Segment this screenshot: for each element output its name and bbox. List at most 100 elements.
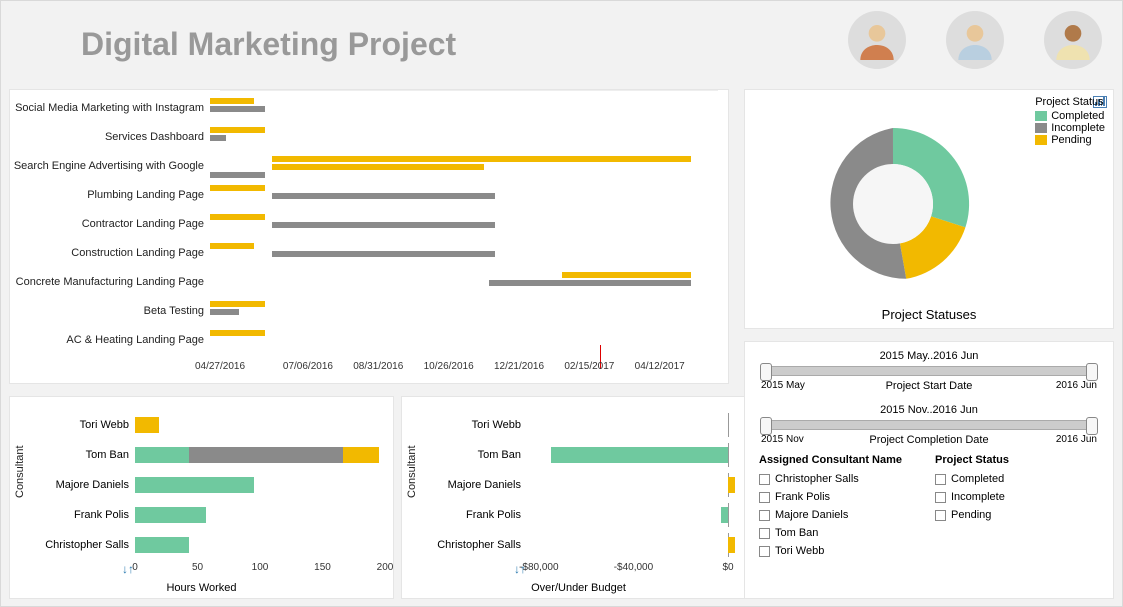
gantt-panel: Social Media Marketing with Instagram Ser…	[9, 89, 729, 384]
gantt-row: Beta Testing	[10, 301, 718, 321]
gantt-row: Contractor Landing Page	[10, 214, 718, 234]
consultant-label: Tom Ban	[40, 449, 135, 461]
date-slider-completion[interactable]: 2015 Nov..2016 Jun 2015 Nov Project Comp…	[755, 404, 1103, 450]
gantt-bar[interactable]	[272, 251, 496, 257]
gantt-bar[interactable]	[210, 127, 265, 133]
gantt-row: Construction Landing Page	[10, 243, 718, 263]
filter-checkbox[interactable]: Frank Polis	[759, 488, 923, 506]
gantt-bar[interactable]	[562, 272, 691, 278]
hours-row: Majore Daniels	[40, 475, 383, 495]
gantt-bar[interactable]	[210, 98, 254, 104]
budget-row: Tom Ban	[432, 445, 745, 465]
filter-checkbox[interactable]: Majore Daniels	[759, 506, 923, 524]
gantt-bar[interactable]	[210, 185, 265, 191]
sort-icon[interactable]: ↓↑	[514, 562, 526, 576]
hours-row: Christopher Salls	[40, 535, 383, 555]
gantt-task-label: Social Media Marketing with Instagram	[10, 102, 210, 114]
filter-checkbox[interactable]: Completed	[935, 470, 1099, 488]
gantt-bar[interactable]	[210, 309, 239, 315]
consultant-label: Tori Webb	[432, 419, 527, 431]
gantt-bar[interactable]	[489, 280, 691, 286]
legend-item[interactable]: Incomplete	[1035, 122, 1105, 134]
checkbox-icon[interactable]	[935, 474, 946, 485]
legend-title: Project Status	[1035, 96, 1105, 108]
consultant-label: Tom Ban	[432, 449, 527, 461]
checkbox-icon[interactable]	[759, 546, 770, 557]
avatar[interactable]	[1044, 11, 1102, 69]
avatar-row	[848, 11, 1102, 69]
budget-row: Frank Polis	[432, 505, 745, 525]
consultant-label: Tori Webb	[40, 419, 135, 431]
consultant-label: Christopher Salls	[40, 539, 135, 551]
budget-bar[interactable]	[551, 447, 728, 463]
sort-icon[interactable]: ↓↑	[122, 562, 134, 576]
gantt-bar[interactable]	[272, 164, 484, 170]
filter-consultants: Assigned Consultant Name Christopher Sal…	[759, 454, 923, 560]
gantt-bar[interactable]	[210, 301, 265, 307]
budget-bar[interactable]	[728, 537, 735, 553]
filter-checkbox[interactable]: Incomplete	[935, 488, 1099, 506]
budget-panel: Consultant Tori WebbTom BanMajore Daniel…	[401, 396, 756, 599]
filter-statuses: Project Status CompletedIncompletePendin…	[935, 454, 1099, 560]
hours-bar[interactable]	[135, 447, 189, 463]
checkbox-icon[interactable]	[759, 528, 770, 539]
consultant-label: Majore Daniels	[40, 479, 135, 491]
gantt-bar[interactable]	[210, 243, 254, 249]
gantt-row: Social Media Marketing with Instagram	[10, 98, 718, 118]
hours-bar[interactable]	[135, 417, 159, 433]
budget-x-axis: -$80,000-$40,000$0	[527, 562, 745, 576]
slider-handle[interactable]	[1086, 417, 1098, 435]
slider-handle[interactable]	[760, 363, 772, 381]
gantt-bar[interactable]	[272, 222, 496, 228]
slider-handle[interactable]	[760, 417, 772, 435]
gantt-row: AC & Heating Landing Page	[10, 330, 718, 350]
budget-row: Christopher Salls	[432, 535, 745, 555]
filter-checkbox[interactable]: Tori Webb	[759, 542, 923, 560]
avatar[interactable]	[946, 11, 1004, 69]
slider-handle[interactable]	[1086, 363, 1098, 381]
slider-range-label: 2015 May..2016 Jun	[755, 350, 1103, 362]
budget-bar[interactable]	[721, 507, 728, 523]
gantt-task-label: Concrete Manufacturing Landing Page	[10, 276, 210, 288]
page-title: Digital Marketing Project	[81, 26, 456, 63]
hours-bar[interactable]	[343, 447, 379, 463]
checkbox-icon[interactable]	[759, 474, 770, 485]
checkbox-icon[interactable]	[935, 492, 946, 503]
dashboard-root: Digital Marketing Project Social Media M…	[0, 0, 1123, 607]
gantt-bar[interactable]	[210, 214, 265, 220]
gantt-bar[interactable]	[210, 135, 226, 141]
legend-item[interactable]: Completed	[1035, 110, 1105, 122]
date-slider-start[interactable]: 2015 May..2016 Jun 2015 May Project Star…	[755, 350, 1103, 396]
x-axis-label: Hours Worked	[10, 582, 393, 594]
donut-chart	[783, 104, 1003, 304]
gantt-task-label: Services Dashboard	[10, 131, 210, 143]
gantt-bar[interactable]	[272, 193, 496, 199]
donut-caption: Project Statuses	[745, 307, 1113, 322]
budget-bar[interactable]	[728, 477, 735, 493]
hours-panel: Consultant Tori WebbTom BanMajore Daniel…	[9, 396, 394, 599]
hours-bar[interactable]	[189, 447, 344, 463]
hours-bar[interactable]	[135, 507, 206, 523]
hours-row: Frank Polis	[40, 505, 383, 525]
checkbox-icon[interactable]	[759, 510, 770, 521]
consultant-label: Frank Polis	[432, 509, 527, 521]
x-axis-label: Over/Under Budget	[402, 582, 755, 594]
gantt-bar[interactable]	[210, 330, 265, 336]
gantt-bar[interactable]	[210, 106, 265, 112]
hours-bar[interactable]	[135, 477, 254, 493]
budget-row: Tori Webb	[432, 415, 745, 435]
gantt-task-label: Beta Testing	[10, 305, 210, 317]
slider-range-label: 2015 Nov..2016 Jun	[755, 404, 1103, 416]
hours-row: Tom Ban	[40, 445, 383, 465]
filter-checkbox[interactable]: Tom Ban	[759, 524, 923, 542]
gantt-bar[interactable]	[210, 172, 265, 178]
avatar[interactable]	[848, 11, 906, 69]
checkbox-icon[interactable]	[935, 510, 946, 521]
checkbox-icon[interactable]	[759, 492, 770, 503]
consultant-label: Christopher Salls	[432, 539, 527, 551]
hours-bar[interactable]	[135, 537, 189, 553]
filter-checkbox[interactable]: Christopher Salls	[759, 470, 923, 488]
legend-item[interactable]: Pending	[1035, 134, 1105, 146]
filter-checkbox[interactable]: Pending	[935, 506, 1099, 524]
gantt-bar[interactable]	[272, 156, 692, 162]
